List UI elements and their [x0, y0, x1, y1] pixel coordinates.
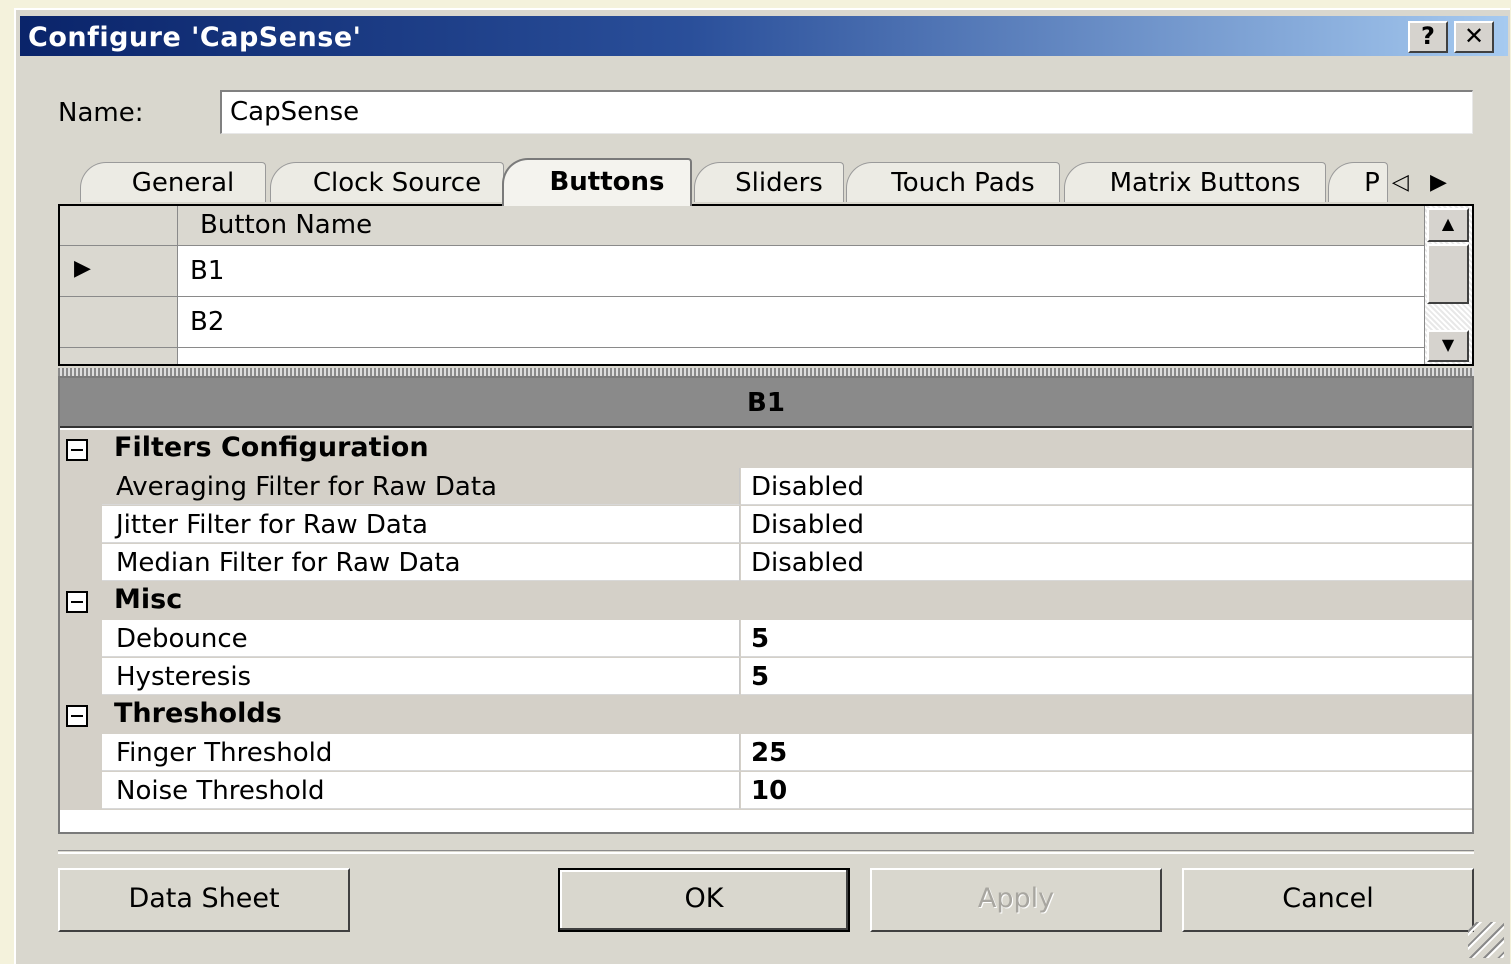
data-sheet-button[interactable]: Data Sheet — [58, 868, 350, 932]
property-value[interactable]: 25 — [741, 734, 1472, 771]
window-title: Configure 'CapSense' — [28, 22, 362, 53]
table-row-partial[interactable] — [178, 348, 1424, 364]
scroll-down-icon: ▼ — [1441, 335, 1455, 354]
button-name-grid: Button Name ▶ B1 B2 ▲ ▼ — [58, 204, 1474, 366]
grid-vertical-scrollbar[interactable]: ▲ ▼ — [1424, 206, 1472, 364]
name-label: Name: — [58, 98, 144, 128]
property-row-hysteresis[interactable]: Hysteresis 5 — [60, 658, 1472, 696]
category-label: Thresholds — [114, 698, 282, 729]
splitter[interactable] — [58, 368, 1474, 376]
resize-grip-icon[interactable] — [1468, 922, 1504, 958]
apply-button[interactable]: Apply — [870, 868, 1162, 932]
scroll-up-icon: ▲ — [1441, 214, 1455, 233]
collapse-icon[interactable] — [66, 705, 88, 727]
collapse-icon[interactable] — [66, 439, 88, 461]
property-value[interactable]: 5 — [741, 620, 1472, 657]
ok-button[interactable]: OK — [558, 868, 850, 932]
column-header-button-name[interactable]: Button Name — [178, 206, 1424, 246]
property-value[interactable]: 10 — [741, 772, 1472, 809]
property-name: Debounce — [102, 620, 740, 657]
tab-touch-pads[interactable]: Touch Pads — [846, 162, 1060, 202]
collapse-icon[interactable] — [66, 591, 88, 613]
property-name: Noise Threshold — [102, 772, 740, 809]
name-input[interactable]: CapSense — [220, 90, 1473, 134]
property-row-median-filter[interactable]: Median Filter for Raw Data Disabled — [60, 544, 1472, 582]
property-name: Finger Threshold — [102, 734, 740, 771]
category-label: Misc — [114, 584, 183, 615]
property-row-debounce[interactable]: Debounce 5 — [60, 620, 1472, 658]
scroll-up-button[interactable]: ▲ — [1427, 208, 1469, 242]
property-grid-title: B1 — [60, 378, 1472, 428]
close-button[interactable]: ✕ — [1454, 21, 1494, 53]
button-divider — [58, 850, 1474, 854]
category-misc[interactable]: Misc — [60, 582, 1472, 620]
property-value[interactable]: Disabled — [741, 544, 1472, 581]
property-value[interactable]: 5 — [741, 658, 1472, 695]
tab-scroll-left-icon[interactable]: ◁ — [1392, 170, 1409, 195]
property-name: Median Filter for Raw Data — [102, 544, 740, 581]
property-row-jitter-filter[interactable]: Jitter Filter for Raw Data Disabled — [60, 506, 1472, 544]
grid-corner-header — [60, 206, 178, 246]
property-grid: B1 Filters Configuration Averaging Filte… — [58, 376, 1474, 834]
configure-dialog: Configure 'CapSense' ? ✕ Name: CapSense … — [14, 8, 1510, 964]
table-row[interactable]: B2 — [178, 297, 1424, 348]
tab-general[interactable]: General — [80, 162, 266, 202]
tab-clock-source[interactable]: Clock Source — [270, 162, 504, 202]
tab-scroll-right-icon[interactable]: ▶ — [1430, 170, 1447, 195]
property-row-noise-threshold[interactable]: Noise Threshold 10 — [60, 772, 1472, 810]
property-value[interactable]: Disabled — [741, 468, 1472, 505]
property-value[interactable]: Disabled — [741, 506, 1472, 543]
row-header[interactable] — [60, 297, 178, 348]
category-thresholds[interactable]: Thresholds — [60, 696, 1472, 734]
scroll-thumb[interactable] — [1427, 244, 1469, 304]
tab-partial[interactable]: P — [1328, 162, 1388, 202]
table-row[interactable]: B1 — [178, 246, 1424, 297]
property-row-averaging-filter[interactable]: Averaging Filter for Raw Data Disabled — [60, 468, 1472, 506]
current-row-icon: ▶ — [74, 256, 91, 281]
row-header-current[interactable]: ▶ — [60, 246, 178, 297]
property-row-finger-threshold[interactable]: Finger Threshold 25 — [60, 734, 1472, 772]
property-name: Hysteresis — [102, 658, 740, 695]
close-icon: ✕ — [1463, 22, 1485, 50]
property-name: Jitter Filter for Raw Data — [102, 506, 740, 543]
scroll-down-button[interactable]: ▼ — [1427, 330, 1469, 362]
cancel-button[interactable]: Cancel — [1182, 868, 1474, 932]
tab-buttons[interactable]: Buttons — [502, 158, 692, 206]
category-filters-configuration[interactable]: Filters Configuration — [60, 430, 1472, 468]
row-header[interactable] — [60, 348, 178, 364]
help-button[interactable]: ? — [1408, 21, 1448, 53]
title-bar[interactable]: Configure 'CapSense' ? ✕ — [20, 16, 1508, 56]
tab-matrix-buttons[interactable]: Matrix Buttons — [1064, 162, 1326, 202]
tab-sliders[interactable]: Sliders — [694, 162, 844, 202]
property-name: Averaging Filter for Raw Data — [102, 468, 740, 505]
category-label: Filters Configuration — [114, 432, 429, 463]
